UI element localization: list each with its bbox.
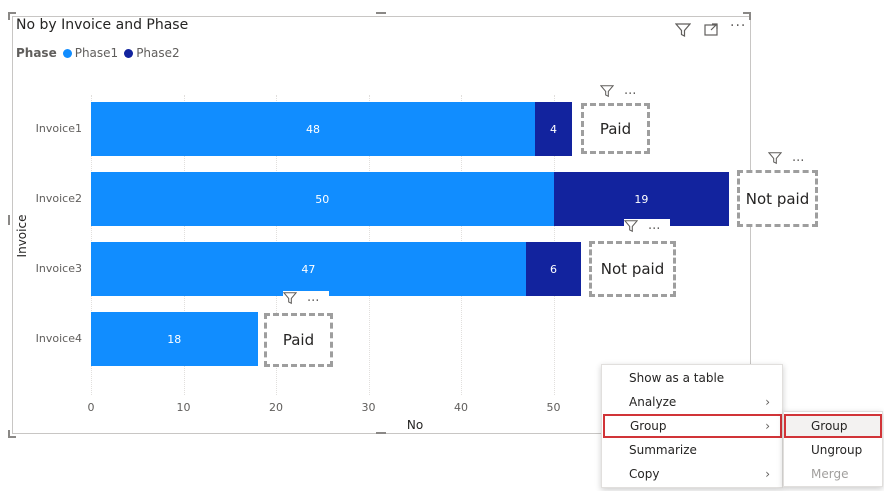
filter-icon[interactable]: [767, 151, 783, 169]
x-axis-title: No: [406, 418, 424, 432]
chevron-right-icon: ›: [765, 395, 770, 409]
more-options-icon[interactable]: ···: [648, 222, 660, 237]
resize-handle-top-left[interactable]: [8, 12, 16, 20]
x-tick-label: 0: [87, 401, 95, 414]
status-box-label: Paid: [599, 119, 632, 138]
menu-item-label: Analyze: [629, 395, 677, 409]
x-tick-label: 10: [176, 401, 191, 414]
resize-handle-top-center[interactable]: [376, 12, 386, 16]
y-tick-label: Invoice4: [35, 332, 82, 345]
bar-data-label: 19: [634, 192, 649, 206]
menu-item-analyze[interactable]: Analyze ›: [602, 390, 782, 414]
status-box-label: Paid: [282, 331, 315, 349]
filter-icon[interactable]: [623, 219, 639, 237]
status-box-invoice3[interactable]: Not paid: [589, 241, 676, 297]
resize-handle-bottom-left[interactable]: [8, 430, 16, 438]
bar-phase1-invoice3[interactable]: 47: [91, 242, 526, 296]
bar-phase1-invoice2[interactable]: 50: [91, 172, 554, 226]
menu-item-label: Copy: [629, 467, 660, 481]
bar-phase2-invoice1[interactable]: 4: [535, 102, 572, 156]
filter-icon[interactable]: [282, 291, 298, 309]
filter-icon[interactable]: [599, 84, 615, 102]
x-tick-label: 50: [546, 401, 561, 414]
resize-handle-bottom-center[interactable]: [376, 432, 386, 436]
legend-label-phase2: Phase2: [136, 46, 180, 60]
visual-title: No by Invoice and Phase: [16, 17, 189, 33]
more-options-icon[interactable]: ···: [730, 18, 746, 34]
y-tick-label: Invoice2: [35, 192, 82, 205]
menu-item-label: Group: [630, 419, 667, 433]
bar-data-label: 47: [301, 262, 316, 276]
y-axis-title: Invoice: [15, 214, 29, 258]
bar-data-label: 18: [167, 332, 182, 346]
status-box-invoice1[interactable]: Paid: [581, 103, 650, 154]
legend-dot-phase1: [62, 48, 72, 58]
status-box-2-header-icons: ···: [767, 151, 815, 169]
bar-phase1-invoice4[interactable]: 18: [91, 312, 258, 366]
submenu-item-label: Merge: [811, 467, 849, 481]
bar-data-label: 48: [306, 122, 320, 136]
more-options-icon[interactable]: ···: [624, 87, 636, 102]
x-tick-label: 40: [454, 401, 468, 414]
status-box-3-header-icons: ···: [623, 219, 671, 237]
menu-item-copy[interactable]: Copy ›: [602, 462, 782, 486]
bar-phase2-invoice3[interactable]: 6: [525, 242, 582, 296]
resize-handle-left-center[interactable]: [8, 215, 12, 225]
status-box-invoice4[interactable]: Paid: [264, 313, 333, 367]
legend-item-phase1[interactable]: Phase1: [62, 46, 119, 60]
more-options-icon[interactable]: ···: [307, 294, 319, 309]
bar-data-label: 50: [315, 192, 330, 206]
context-menu: Show as a table Analyze › Group › Summar…: [601, 364, 783, 488]
chevron-right-icon: ›: [765, 419, 770, 433]
focus-mode-icon[interactable]: [703, 22, 719, 42]
y-tick-label: Invoice1: [35, 122, 82, 135]
chevron-right-icon: ›: [765, 467, 770, 481]
menu-item-summarize[interactable]: Summarize: [602, 438, 782, 462]
status-box-4-header-icons: ···: [282, 291, 330, 309]
menu-item-show-as-table[interactable]: Show as a table: [602, 366, 782, 390]
bar-data-label: 4: [550, 122, 557, 136]
submenu-item-group[interactable]: Group: [784, 414, 882, 438]
menu-item-group[interactable]: Group ›: [603, 414, 782, 438]
submenu-item-merge: Merge: [784, 462, 882, 486]
bar-data-label: 6: [550, 262, 557, 276]
submenu-item-ungroup[interactable]: Ungroup: [784, 438, 882, 462]
menu-item-label: Show as a table: [629, 371, 725, 385]
x-tick-label: 20: [269, 401, 283, 414]
status-box-1-header-icons: ···: [599, 84, 647, 102]
y-tick-label: Invoice3: [35, 262, 82, 275]
legend-dot-phase2: [124, 48, 134, 58]
legend-item-phase2[interactable]: Phase2: [124, 46, 180, 60]
menu-item-label: Summarize: [629, 443, 697, 457]
status-box-label: Not paid: [745, 189, 810, 208]
legend-title: Phase: [16, 46, 57, 60]
group-submenu: Group Ungroup Merge: [783, 411, 883, 487]
status-box-label: Not paid: [600, 260, 665, 278]
legend-label-phase1: Phase1: [74, 46, 119, 60]
more-options-icon[interactable]: ···: [792, 154, 804, 169]
bar-phase2-invoice2[interactable]: 19: [553, 172, 730, 226]
status-box-invoice2[interactable]: Not paid: [737, 170, 818, 227]
submenu-item-label: Group: [811, 419, 848, 433]
x-tick-label: 30: [361, 401, 376, 414]
submenu-item-label: Ungroup: [811, 443, 863, 457]
filter-icon[interactable]: [674, 22, 692, 42]
bar-phase1-invoice1[interactable]: 48: [91, 102, 535, 156]
chart-legend: Phase Phase1 Phase2: [16, 46, 186, 60]
